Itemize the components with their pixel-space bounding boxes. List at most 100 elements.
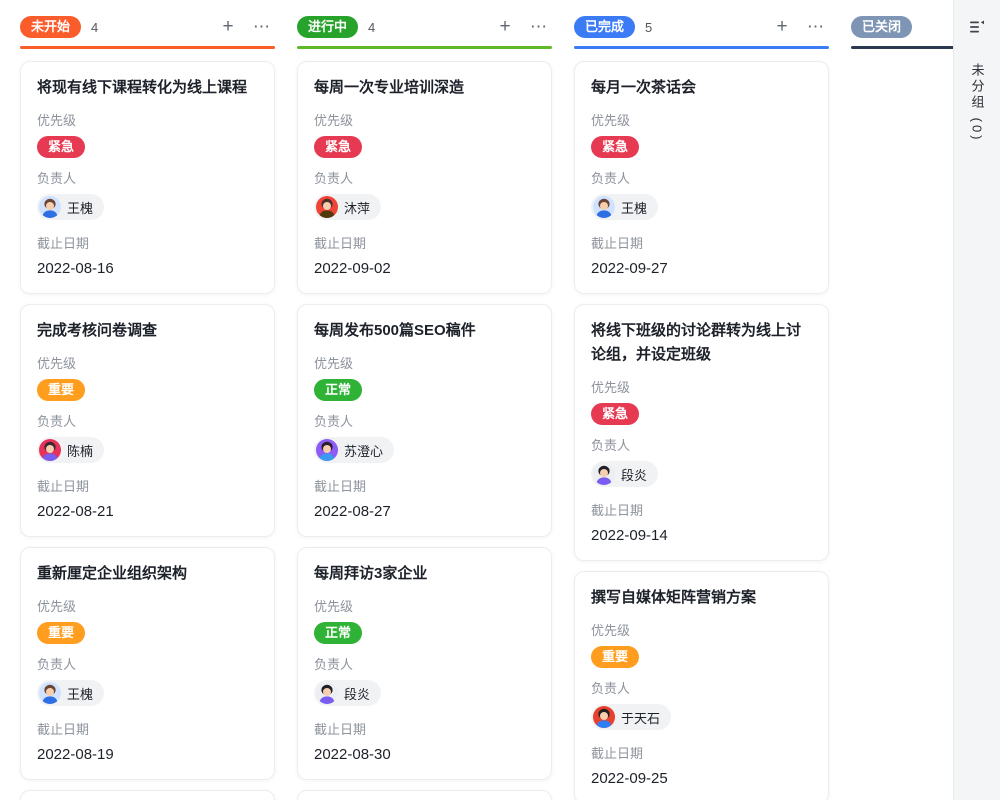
column-more-button[interactable]: ⋯	[249, 14, 275, 40]
task-card[interactable]: 每周举办1场参与人数达3000+以上的营销活动	[297, 790, 552, 800]
assignee-chip: 王槐	[591, 194, 658, 220]
assignee-avatar	[39, 682, 61, 704]
due-date-value: 2022-09-02	[314, 259, 535, 279]
due-date-label: 截止日期	[314, 235, 535, 253]
priority-label: 优先级	[591, 379, 812, 397]
task-card[interactable]: 每周拜访3家企业优先级正常负责人段炎截止日期2022-08-30	[297, 547, 552, 780]
ungrouped-tab[interactable]: 未分组 (0)	[968, 63, 987, 143]
collapse-panel-icon	[967, 17, 987, 37]
task-title: 将现有线下课程转化为线上课程	[37, 76, 258, 100]
assignee-chip: 苏澄心	[314, 437, 394, 463]
priority-badge: 紧急	[314, 136, 362, 158]
assignee-label: 负责人	[37, 656, 258, 674]
column-header: 已关闭	[851, 14, 953, 40]
assignee-chip: 王槐	[37, 194, 104, 220]
assignee-label: 负责人	[37, 170, 258, 188]
assignee-chip: 陈楠	[37, 437, 104, 463]
due-date-value: 2022-09-25	[591, 769, 812, 789]
assignee-name: 于天石	[621, 708, 660, 727]
assignee-chip: 于天石	[591, 704, 671, 730]
avatar-face-icon	[316, 682, 338, 704]
priority-label: 优先级	[591, 622, 812, 640]
task-card[interactable]: 每周发布500篇SEO稿件优先级正常负责人苏澄心截止日期 2022-08-27	[297, 304, 552, 537]
assignee-avatar	[593, 463, 615, 485]
avatar-face-icon	[39, 196, 61, 218]
kanban-column: 已完成5+⋯每月一次茶话会优先级紧急负责人王槐截止日期2022-09-27将线下…	[574, 14, 829, 800]
kanban-column: 进行中4+⋯每周一次专业培训深造优先级紧急负责人沐萍截止日期2022-09-02…	[297, 14, 552, 800]
priority-badge: 紧急	[591, 403, 639, 425]
assignee-label: 负责人	[37, 413, 258, 431]
priority-label: 优先级	[314, 598, 535, 616]
assignee-chip: 段炎	[314, 680, 381, 706]
task-card[interactable]: 制定活动方案	[20, 790, 275, 800]
add-card-button[interactable]: +	[492, 14, 518, 40]
avatar-face-icon	[593, 196, 615, 218]
priority-badge: 重要	[37, 622, 85, 644]
task-card[interactable]: 将线下班级的讨论群转为线上讨论组，并设定班级优先级紧急负责人段炎截止日期2022…	[574, 304, 829, 561]
column-more-button[interactable]: ⋯	[803, 14, 829, 40]
priority-badge: 紧急	[591, 136, 639, 158]
column-status-badge: 已完成	[574, 16, 635, 38]
column-header: 进行中 4 + ⋯	[297, 14, 552, 40]
kanban-column: 未开始4+⋯将现有线下课程转化为线上课程优先级紧急负责人王槐截止日期2022-0…	[20, 14, 275, 800]
priority-badge: 重要	[37, 379, 85, 401]
priority-badge: 正常	[314, 622, 362, 644]
due-date-label: 截止日期	[37, 235, 258, 253]
column-header: 已完成5+⋯	[574, 14, 829, 40]
assignee-avatar	[316, 439, 338, 461]
due-date-label: 截止日期	[37, 721, 258, 739]
assignee-name: 王槐	[67, 684, 93, 703]
assignee-avatar	[593, 196, 615, 218]
assignee-label: 负责人	[314, 656, 535, 674]
assignee-label: 负责人	[591, 170, 812, 188]
add-card-button[interactable]: +	[215, 14, 241, 40]
due-date-value: 2022-08-21	[37, 502, 258, 522]
column-card-count: 4	[368, 20, 375, 35]
task-title: 将线下班级的讨论群转为线上讨论组，并设定班级	[591, 319, 812, 367]
ungrouped-side-panel: 未分组 (0)	[953, 0, 1000, 800]
due-date-value: 2022-08-30	[314, 745, 535, 765]
assignee-chip: 段炎	[591, 461, 658, 487]
task-card[interactable]: 撰写自媒体矩阵营销方案优先级重要负责人于天石截止日期2022-09-25	[574, 571, 829, 800]
assignee-chip: 沐萍	[314, 194, 381, 220]
due-date-label: 截止日期	[314, 478, 535, 496]
avatar-face-icon	[593, 706, 615, 728]
column-status-badge: 进行中	[297, 16, 358, 38]
due-date-value: 2022-08-27	[314, 502, 535, 522]
assignee-avatar	[39, 196, 61, 218]
task-card[interactable]: 完成考核问卷调查优先级重要负责人陈楠截止日期2022-08-21	[20, 304, 275, 537]
due-date-value: 2022-08-16	[37, 259, 258, 279]
column-more-button[interactable]: ⋯	[526, 14, 552, 40]
due-date-value: 2022-09-27	[591, 259, 812, 279]
assignee-avatar	[593, 706, 615, 728]
column-accent-line	[297, 46, 552, 49]
assignee-label: 负责人	[591, 437, 812, 455]
assignee-name: 段炎	[344, 684, 370, 703]
due-date-label: 截止日期	[591, 745, 812, 763]
task-title: 重新厘定企业组织架构	[37, 562, 258, 586]
task-title: 每月一次茶话会	[591, 76, 812, 100]
task-card[interactable]: 重新厘定企业组织架构优先级重要负责人王槐截止日期 2022-08-19	[20, 547, 275, 780]
column-card-count: 4	[91, 20, 98, 35]
collapse-panel-button[interactable]	[965, 15, 989, 39]
due-date-value: 2022-08-19	[37, 745, 258, 765]
assignee-label: 负责人	[314, 413, 535, 431]
column-header: 未开始 4 + ⋯	[20, 14, 275, 40]
add-card-button[interactable]: +	[769, 14, 795, 40]
priority-badge: 正常	[314, 379, 362, 401]
priority-label: 优先级	[37, 112, 258, 130]
column-accent-line	[574, 46, 829, 49]
assignee-avatar	[39, 439, 61, 461]
assignee-name: 沐萍	[344, 198, 370, 217]
priority-label: 优先级	[314, 355, 535, 373]
task-card[interactable]: 将现有线下课程转化为线上课程优先级紧急负责人王槐截止日期2022-08-16	[20, 61, 275, 294]
column-status-badge: 未开始	[20, 16, 81, 38]
kanban-board: 未开始4+⋯将现有线下课程转化为线上课程优先级紧急负责人王槐截止日期2022-0…	[0, 0, 953, 800]
assignee-name: 苏澄心	[344, 441, 383, 460]
task-title: 每周发布500篇SEO稿件	[314, 319, 535, 343]
priority-badge: 重要	[591, 646, 639, 668]
task-card[interactable]: 每月一次茶话会优先级紧急负责人王槐截止日期2022-09-27	[574, 61, 829, 294]
task-card[interactable]: 每周一次专业培训深造优先级紧急负责人沐萍截止日期2022-09-02	[297, 61, 552, 294]
due-date-value: 2022-09-14	[591, 526, 812, 546]
priority-label: 优先级	[37, 598, 258, 616]
